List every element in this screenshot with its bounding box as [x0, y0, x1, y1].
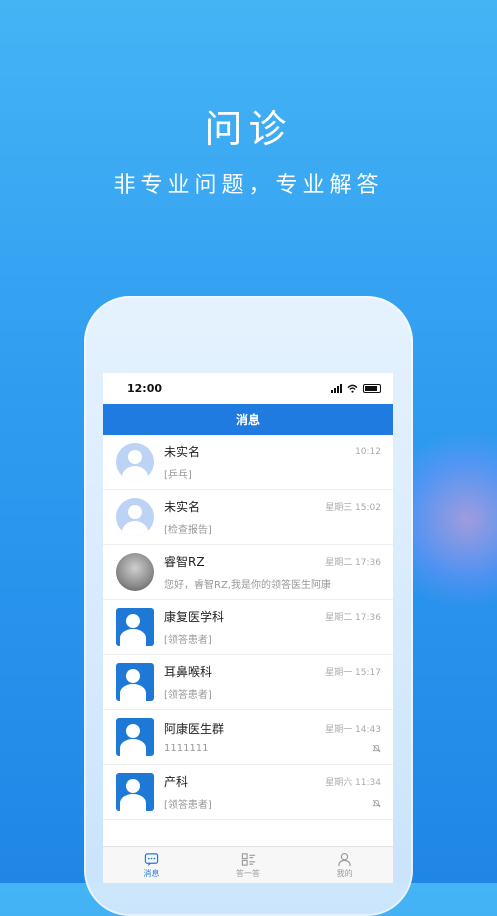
- conversation-item[interactable]: 睿智RZ 星期二 17:36 您好，睿智RZ,我是你的领答医生阿康: [103, 545, 393, 600]
- mute-bell-icon: [372, 744, 381, 753]
- conversation-name: 未实名: [164, 445, 201, 459]
- conversation-item[interactable]: 未实名 星期三 15:02 [检查报告]: [103, 490, 393, 545]
- user-icon: [338, 852, 351, 866]
- conversation-name: 未实名: [164, 500, 201, 514]
- conversation-time: 星期六 11:34: [325, 778, 381, 788]
- conversation-list: 未实名 10:12 [乒乓] 未实名 星期三 15:02 [检查报告] 睿智RZ…: [103, 435, 393, 820]
- conversation-name: 睿智RZ: [164, 555, 205, 569]
- tab-mine[interactable]: 我的: [296, 847, 393, 883]
- conversation-item[interactable]: 耳鼻喉科 星期一 15:17 [领答患者]: [103, 655, 393, 710]
- hero-subtitle: 非专业问题，专业解答: [113, 173, 384, 198]
- conversation-name: 产科: [164, 775, 189, 789]
- nav-title: 消息: [235, 413, 260, 427]
- conversation-name: 康复医学科: [164, 610, 225, 624]
- tab-answer[interactable]: 答一答: [200, 847, 297, 883]
- mute-bell-icon: [372, 799, 381, 808]
- group-avatar-icon: [116, 663, 154, 701]
- conversation-time: 星期二 17:36: [325, 558, 381, 568]
- group-avatar-icon: [116, 718, 154, 756]
- tab-messages[interactable]: 消息: [103, 847, 200, 883]
- group-avatar-icon: [116, 608, 154, 646]
- phone-screen: 12:00 消息 未实名 10:12 [乒乓] 未实名 星期三 15:02 [检…: [103, 373, 393, 883]
- tab-label: 答一答: [236, 868, 260, 878]
- conversation-time: 10:12: [355, 446, 381, 457]
- conversation-time: 星期二 17:36: [325, 613, 381, 623]
- tab-label: 消息: [143, 868, 160, 878]
- conversation-preview: [领答患者]: [164, 800, 212, 811]
- conversation-preview: 1111111: [164, 743, 209, 754]
- status-icons: [331, 384, 381, 393]
- conversation-item[interactable]: 未实名 10:12 [乒乓]: [103, 435, 393, 490]
- status-bar: 12:00: [103, 373, 393, 404]
- group-avatar-icon: [116, 773, 154, 811]
- conversation-preview: [检查报告]: [164, 525, 212, 536]
- wifi-icon: [347, 384, 358, 393]
- battery-icon: [363, 384, 381, 393]
- default-avatar-icon: [116, 498, 154, 536]
- tab-label: 我的: [336, 868, 353, 878]
- conversation-preview: [领答患者]: [164, 635, 212, 646]
- signal-icon: [331, 384, 342, 393]
- default-avatar-icon: [116, 443, 154, 481]
- conversation-preview: [领答患者]: [164, 690, 212, 701]
- chat-icon: [144, 852, 159, 866]
- conversation-item[interactable]: 产科 星期六 11:34 [领答患者]: [103, 765, 393, 820]
- conversation-preview: [乒乓]: [164, 470, 192, 481]
- conversation-name: 耳鼻喉科: [164, 665, 213, 679]
- conversation-time: 星期三 15:02: [325, 503, 381, 513]
- conversation-time: 星期一 14:43: [325, 725, 381, 735]
- conversation-name: 阿康医生群: [164, 722, 225, 736]
- nav-bar: 消息: [103, 404, 393, 435]
- hero-title: 问诊: [204, 107, 293, 151]
- conversation-time: 星期一 15:17: [325, 668, 381, 678]
- photo-avatar: [116, 553, 154, 591]
- conversation-item[interactable]: 康复医学科 星期二 17:36 [领答患者]: [103, 600, 393, 655]
- conversation-item[interactable]: 阿康医生群 星期一 14:43 1111111: [103, 710, 393, 765]
- conversation-preview: 您好，睿智RZ,我是你的领答医生阿康: [164, 580, 331, 591]
- list-icon: [241, 852, 255, 866]
- status-time: 12:00: [127, 382, 163, 395]
- tab-bar: 消息 答一答 我的: [103, 846, 393, 883]
